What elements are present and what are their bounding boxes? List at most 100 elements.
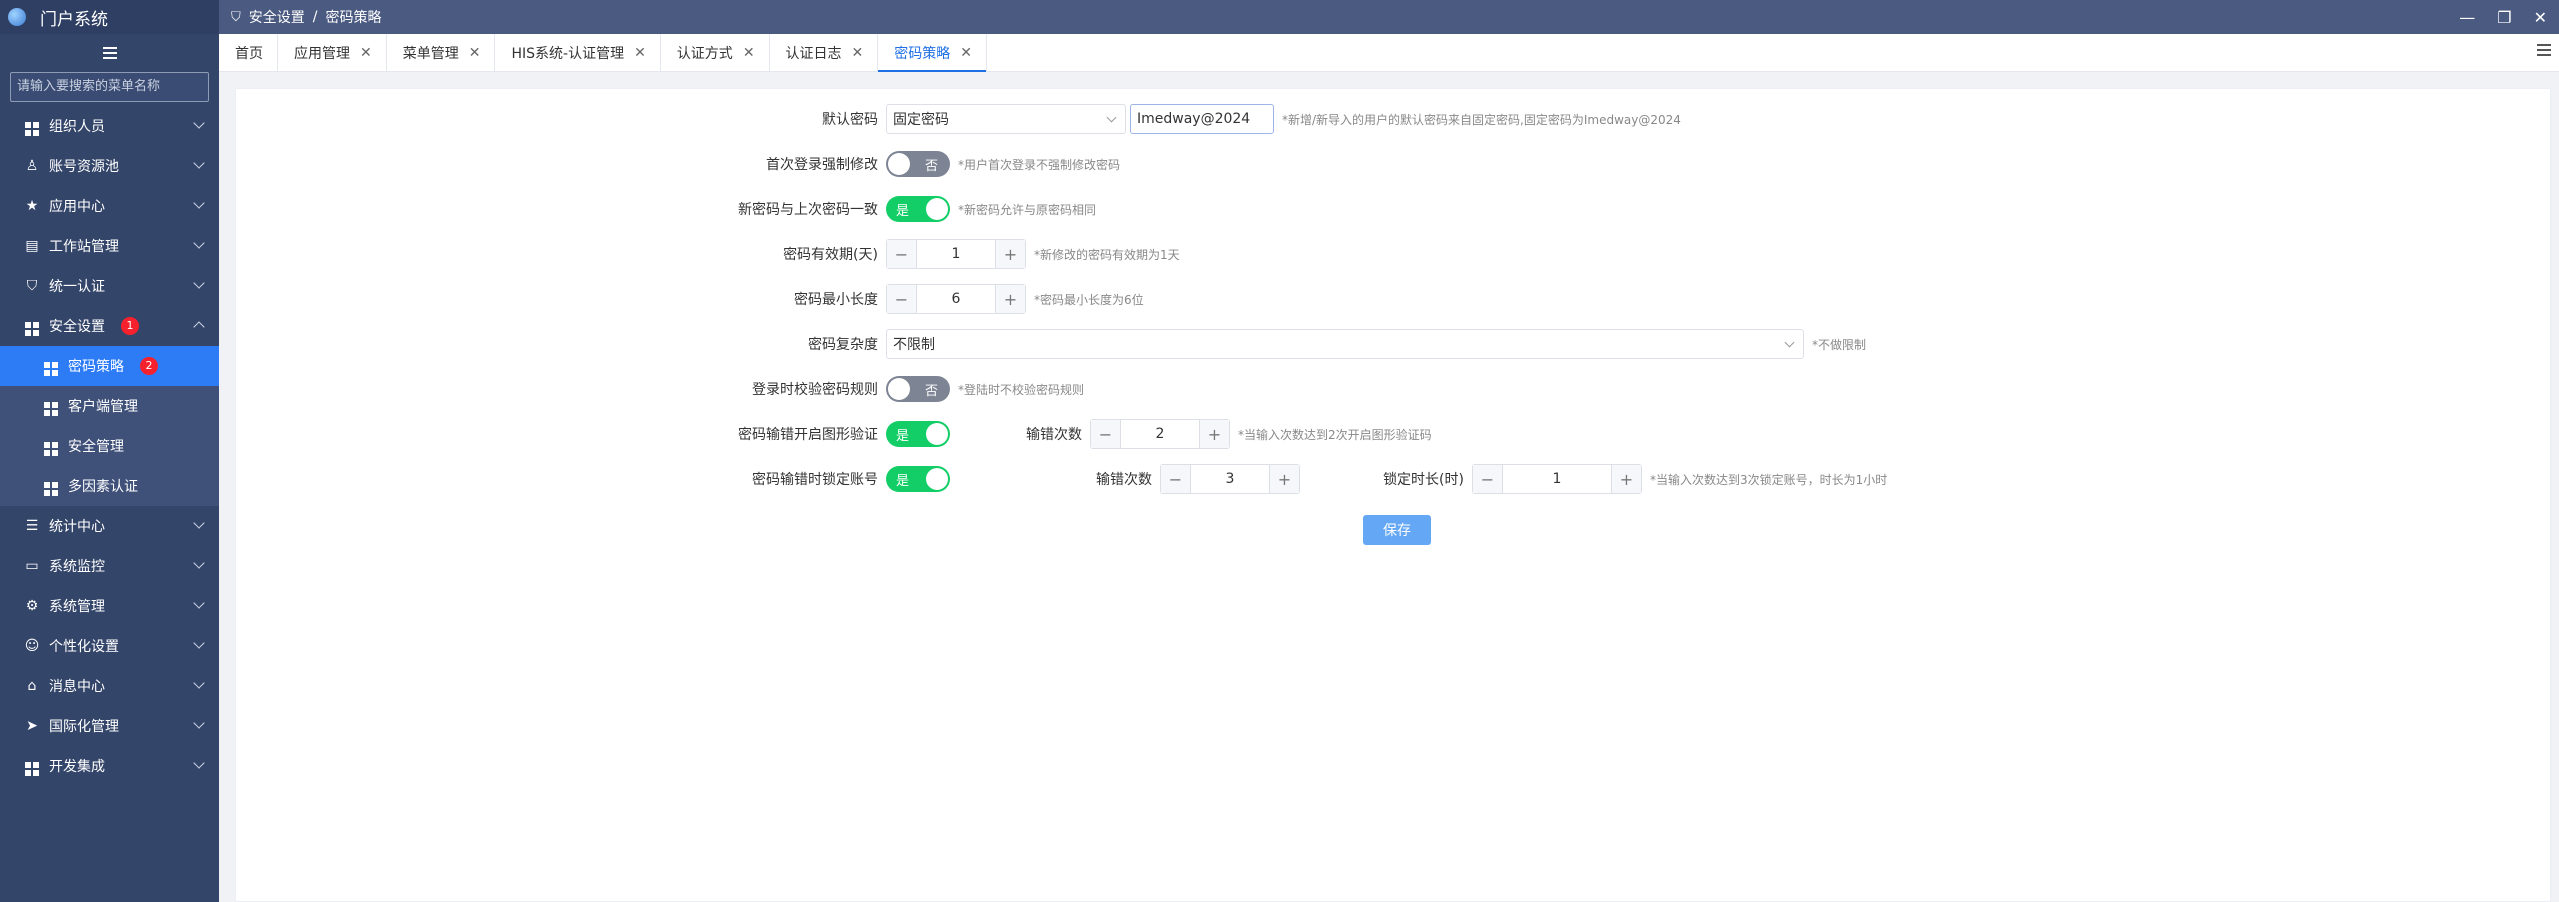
captcha-on-error-toggle[interactable]: 是 (886, 421, 950, 447)
login-check-rule-toggle[interactable]: 否 (886, 376, 950, 402)
stepper-value[interactable]: 3 (1191, 465, 1269, 493)
sidebar-item-security[interactable]: 安全设置 1 (0, 306, 219, 346)
close-icon[interactable]: ✕ (469, 45, 481, 61)
field-label: 输错次数 (1026, 427, 1082, 443)
default-password-input[interactable]: Imedway@2024 (1130, 104, 1274, 134)
first-login-force-change-toggle[interactable]: 否 (886, 151, 950, 177)
monitor-icon: ▭ (25, 558, 39, 574)
same-as-last-toggle[interactable]: 是 (886, 196, 950, 222)
sidebar-item-workstation[interactable]: ▤ 工作站管理 (0, 226, 219, 266)
sidebar-item-label: 账号资源池 (49, 159, 119, 175)
sidebar-item-system-management[interactable]: ⚙ 系统管理 (0, 586, 219, 626)
complexity-select[interactable]: 不限制 (886, 329, 1804, 359)
chevron-down-icon (193, 237, 205, 249)
menu-search-input[interactable]: 请输入要搜索的菜单名称 (10, 72, 209, 102)
sidebar-item-label: 密码策略 (68, 359, 124, 375)
tab-menu-management[interactable]: 菜单管理 ✕ (387, 34, 496, 71)
sidebar-item-messages[interactable]: ⌂ 消息中心 (0, 666, 219, 706)
lock-error-count-stepper[interactable]: − 3 + (1160, 464, 1300, 494)
captcha-error-count-stepper[interactable]: − 2 + (1090, 419, 1230, 449)
increment-button[interactable]: + (1269, 465, 1299, 493)
tab-password-policy[interactable]: 密码策略 ✕ (878, 34, 988, 72)
validity-days-stepper[interactable]: − 1 + (886, 239, 1026, 269)
close-icon[interactable]: ✕ (2534, 8, 2547, 27)
sidebar-item-account-pool[interactable]: ♙ 账号资源池 (0, 146, 219, 186)
close-icon[interactable]: ✕ (960, 45, 972, 61)
sidebar-item-label: 开发集成 (49, 759, 105, 775)
main-content: 默认密码 固定密码 Imedway@2024 *新增/新导入的用户的默认密码来自… (235, 88, 2551, 902)
lock-on-error-toggle[interactable]: 是 (886, 466, 950, 492)
grid-icon (44, 477, 58, 496)
sidebar-item-dev-integration[interactable]: 开发集成 (0, 746, 219, 786)
stepper-value[interactable]: 1 (1503, 465, 1611, 493)
toggle-text: 是 (896, 204, 910, 219)
field-label: 输错次数 (1096, 472, 1152, 488)
breadcrumb-parent[interactable]: 安全设置 (249, 7, 305, 27)
field-label: 登录时校验密码规则 (752, 382, 878, 398)
close-icon[interactable]: ✕ (743, 45, 755, 61)
grid-icon (44, 397, 58, 416)
sidebar-item-statistics[interactable]: ☰ 统计中心 (0, 506, 219, 546)
field-hint: *新增/新导入的用户的默认密码来自固定密码,固定密码为Imedway@2024 (1282, 112, 1681, 127)
sidebar-subitem-client-management[interactable]: 客户端管理 (0, 386, 219, 426)
close-icon[interactable]: ✕ (634, 45, 646, 61)
sidebar: 门户系统 请输入要搜索的菜单名称 组织人员 ♙ 账号资源池 ★ 应用中心 ▤ 工… (0, 0, 219, 902)
stepper-value[interactable]: 2 (1121, 420, 1199, 448)
chevron-down-icon (193, 157, 205, 169)
lock-duration-stepper[interactable]: − 1 + (1472, 464, 1642, 494)
increment-button[interactable]: + (1611, 465, 1641, 493)
brand: 门户系统 (0, 0, 219, 34)
minimize-icon[interactable]: — (2459, 8, 2475, 27)
app-title: 门户系统 (40, 9, 108, 30)
row-lock-on-error: 密码输错时锁定账号 是 输错次数 − 3 + 锁定时长(时) − 1 + *当输… (736, 464, 1887, 494)
increment-button[interactable]: + (995, 240, 1025, 268)
tab-label: 应用管理 (294, 45, 350, 62)
tab-home[interactable]: 首页 (219, 34, 278, 71)
save-button[interactable]: 保存 (1363, 515, 1431, 545)
sidebar-item-org-personnel[interactable]: 组织人员 (0, 106, 219, 146)
sidebar-item-monitoring[interactable]: ▭ 系统监控 (0, 546, 219, 586)
sidebar-subitem-password-policy[interactable]: 密码策略 2 (0, 346, 219, 386)
chevron-down-icon (193, 637, 205, 649)
tab-his-auth-management[interactable]: HIS系统-认证管理 ✕ (495, 34, 661, 71)
sidebar-item-label: 消息中心 (49, 679, 105, 695)
field-label: 新密码与上次密码一致 (738, 202, 878, 218)
increment-button[interactable]: + (1199, 420, 1229, 448)
close-icon[interactable]: ✕ (852, 45, 864, 61)
field-hint: *登陆时不校验密码规则 (958, 382, 1085, 397)
decrement-button[interactable]: − (1091, 420, 1121, 448)
decrement-button[interactable]: − (887, 240, 917, 268)
increment-button[interactable]: + (995, 285, 1025, 313)
default-password-select[interactable]: 固定密码 (886, 104, 1126, 134)
decrement-button[interactable]: − (1161, 465, 1191, 493)
topbar: ⛉ 安全设置 / 密码策略 — ❐ ✕ (219, 0, 2559, 34)
decrement-button[interactable]: − (1473, 465, 1503, 493)
stepper-value[interactable]: 1 (917, 240, 995, 268)
chevron-up-icon (193, 321, 205, 333)
sidebar-collapse-button[interactable] (0, 34, 219, 72)
tab-auth-log[interactable]: 认证日志 ✕ (770, 34, 879, 71)
close-icon[interactable]: ✕ (360, 45, 372, 61)
sidebar-item-personalization[interactable]: ☺ 个性化设置 (0, 626, 219, 666)
toggle-knob (888, 378, 910, 400)
sidebar-item-label: 统一认证 (49, 279, 105, 295)
window-controls: — ❐ ✕ (2459, 0, 2547, 34)
sidebar-item-i18n[interactable]: ➤ 国际化管理 (0, 706, 219, 746)
sidebar-item-unified-auth[interactable]: ⛉ 统一认证 (0, 266, 219, 306)
decrement-button[interactable]: − (887, 285, 917, 313)
tab-label: 认证日志 (785, 45, 842, 62)
min-length-stepper[interactable]: − 6 + (886, 284, 1026, 314)
stepper-value[interactable]: 6 (917, 285, 995, 313)
sidebar-subitem-security-management[interactable]: 安全管理 (0, 426, 219, 466)
tabs-menu-icon[interactable] (2537, 44, 2551, 56)
breadcrumb-current: 密码策略 (325, 10, 382, 26)
restore-icon[interactable]: ❐ (2497, 8, 2511, 27)
chevron-down-icon (193, 597, 205, 609)
sidebar-item-label: 应用中心 (49, 199, 105, 215)
sidebar-subitem-mfa[interactable]: 多因素认证 (0, 466, 219, 506)
field-label: 密码有效期(天) (783, 247, 878, 263)
tab-app-management[interactable]: 应用管理 ✕ (278, 34, 387, 71)
sidebar-item-app-center[interactable]: ★ 应用中心 (0, 186, 219, 226)
tab-auth-methods[interactable]: 认证方式 ✕ (661, 34, 770, 71)
chevron-down-icon (1784, 337, 1795, 348)
